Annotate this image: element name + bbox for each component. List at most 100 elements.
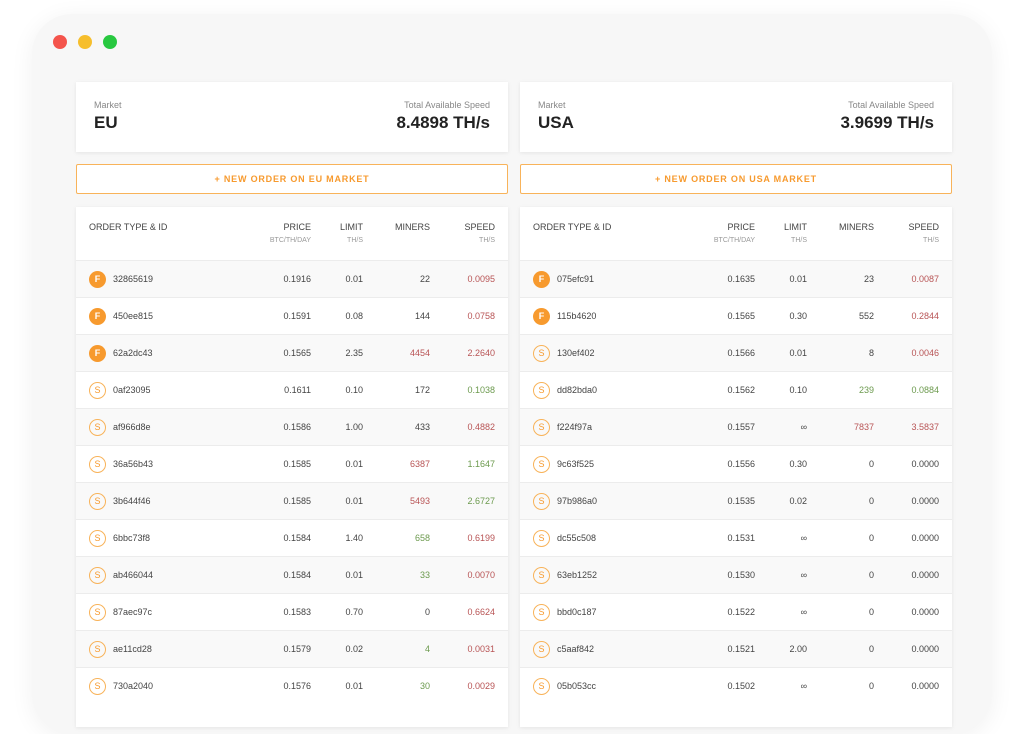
- order-miners: 172: [414, 385, 430, 395]
- order-id[interactable]: 730a2040: [113, 681, 153, 691]
- table-row[interactable]: S 0af23095 0.1611 0.10 172 0.1038: [76, 371, 508, 408]
- market-column-eu: Market EU Total Available Speed 8.4898 T…: [76, 82, 508, 727]
- order-limit: 0.01: [345, 496, 363, 506]
- table-row[interactable]: S 9c63f525 0.1556 0.30 0 0.0000: [520, 445, 952, 482]
- order-id[interactable]: 32865619: [113, 274, 153, 284]
- table-row[interactable]: Sdc55c508 0.1531 ∞ 0 0.0000: [520, 519, 952, 556]
- order-id[interactable]: c5aaf842: [557, 644, 594, 654]
- order-id[interactable]: af966d8e: [113, 422, 151, 432]
- order-price: 0.1557: [727, 422, 755, 432]
- table-row[interactable]: Sc5aaf842 0.1521 2.00 0 0.0000: [520, 630, 952, 667]
- header-limit[interactable]: LIMIT: [784, 222, 807, 232]
- order-id[interactable]: 36a56b43: [113, 459, 153, 469]
- order-id[interactable]: 97b986a0: [557, 496, 597, 506]
- order-id[interactable]: dc55c508: [557, 533, 596, 543]
- order-type-icon: F: [89, 271, 106, 288]
- order-id[interactable]: 0af23095: [113, 385, 151, 395]
- order-speed: 0.0095: [467, 274, 495, 284]
- order-price: 0.1565: [727, 311, 755, 321]
- table-row[interactable]: S 63eb1252 0.1530 ∞ 0 0.0000: [520, 556, 952, 593]
- maximize-window-button[interactable]: [103, 35, 117, 49]
- header-speed[interactable]: SPEED: [908, 222, 939, 232]
- table-row[interactable]: S 6bbc73f8 0.1584 1.40 658 0.6199: [76, 519, 508, 556]
- header-type[interactable]: ORDER TYPE & ID: [89, 222, 167, 232]
- table-row[interactable]: Saf966d8e 0.1586 1.00 433 0.4882: [76, 408, 508, 445]
- order-id[interactable]: f224f97a: [557, 422, 592, 432]
- order-type-icon: S: [89, 641, 106, 658]
- order-speed: 0.0000: [911, 644, 939, 654]
- new-order-usa-button[interactable]: + NEW ORDER ON USA MARKET: [520, 164, 952, 194]
- total-speed-label: Total Available Speed: [404, 100, 490, 110]
- table-row[interactable]: F 115b4620 0.1565 0.30 552 0.2844: [520, 297, 952, 334]
- header-price-unit: BTC/TH/DAY: [269, 237, 311, 244]
- order-type-icon: S: [533, 567, 550, 584]
- order-price: 0.1556: [727, 459, 755, 469]
- order-id[interactable]: 450ee815: [113, 311, 153, 321]
- table-row[interactable]: Sdd82bda0 0.1562 0.10 239 0.0884: [520, 371, 952, 408]
- order-limit: ∞: [800, 533, 807, 543]
- order-id[interactable]: ab466044: [113, 570, 153, 580]
- table-row[interactable]: S 730a2040 0.1576 0.01 30 0.0029: [76, 667, 508, 704]
- header-speed[interactable]: SPEED: [464, 222, 495, 232]
- order-speed: 3.5837: [911, 422, 939, 432]
- order-type-icon: S: [89, 678, 106, 695]
- table-row[interactable]: S 130ef402 0.1566 0.01 8 0.0046: [520, 334, 952, 371]
- order-price: 0.1530: [727, 570, 755, 580]
- order-id[interactable]: bbd0c187: [557, 607, 597, 617]
- table-row[interactable]: Sae11cd28 0.1579 0.02 4 0.0031: [76, 630, 508, 667]
- order-limit: 0.10: [789, 385, 807, 395]
- app-window: Market EU Total Available Speed 8.4898 T…: [32, 14, 992, 734]
- header-miners[interactable]: MINERS: [839, 222, 874, 232]
- table-row[interactable]: S 05b053cc 0.1502 ∞ 0 0.0000: [520, 667, 952, 704]
- order-id[interactable]: ae11cd28: [113, 644, 152, 654]
- table-row[interactable]: F 32865619 0.1916 0.01 22 0.0095: [76, 260, 508, 297]
- minimize-window-button[interactable]: [78, 35, 92, 49]
- order-id[interactable]: 87aec97c: [113, 607, 152, 617]
- order-limit: 0.01: [345, 459, 363, 469]
- table-row[interactable]: F 62a2dc43 0.1565 2.35 4454 2.2640: [76, 334, 508, 371]
- order-id[interactable]: 62a2dc43: [113, 348, 153, 358]
- order-speed: 0.4882: [467, 422, 495, 432]
- table-row[interactable]: Sf224f97a 0.1557 ∞ 7837 3.5837: [520, 408, 952, 445]
- order-id[interactable]: dd82bda0: [557, 385, 597, 395]
- table-row[interactable]: Sbbd0c187 0.1522 ∞ 0 0.0000: [520, 593, 952, 630]
- header-price[interactable]: PRICE: [727, 222, 755, 232]
- order-id[interactable]: 3b644f46: [113, 496, 151, 506]
- header-type[interactable]: ORDER TYPE & ID: [533, 222, 611, 232]
- table-row[interactable]: Sab466044 0.1584 0.01 33 0.0070: [76, 556, 508, 593]
- order-id[interactable]: 6bbc73f8: [113, 533, 150, 543]
- table-row[interactable]: S 36a56b43 0.1585 0.01 6387 1.1647: [76, 445, 508, 482]
- header-limit[interactable]: LIMIT: [340, 222, 363, 232]
- header-limit-unit: TH/S: [791, 237, 807, 244]
- table-body: F 075efc91 0.1635 0.01 23 0.0087 F 115b4620 0.15…: [520, 260, 952, 704]
- table-row[interactable]: S 97b986a0 0.1535 0.02 0 0.0000: [520, 482, 952, 519]
- new-order-eu-button[interactable]: + NEW ORDER ON EU MARKET: [76, 164, 508, 194]
- table-body: F 32865619 0.1916 0.01 22 0.0095 F 450ee815 0.15…: [76, 260, 508, 704]
- table-row[interactable]: F 075efc91 0.1635 0.01 23 0.0087: [520, 260, 952, 297]
- order-price: 0.1585: [283, 459, 311, 469]
- order-miners: 0: [868, 533, 874, 543]
- order-type-icon: S: [89, 604, 106, 621]
- table-row[interactable]: S 87aec97c 0.1583 0.70 0 0.6624: [76, 593, 508, 630]
- header-price[interactable]: PRICE: [283, 222, 311, 232]
- order-id[interactable]: 9c63f525: [557, 459, 594, 469]
- order-speed: 0.0884: [911, 385, 939, 395]
- order-miners: 4454: [409, 348, 430, 358]
- order-price: 0.1583: [283, 607, 311, 617]
- order-id[interactable]: 05b053cc: [557, 681, 596, 691]
- header-miners[interactable]: MINERS: [395, 222, 430, 232]
- order-type-icon: S: [533, 493, 550, 510]
- header-speed-unit: TH/S: [479, 237, 495, 244]
- close-window-button[interactable]: [53, 35, 67, 49]
- order-limit: 0.01: [789, 348, 807, 358]
- order-id[interactable]: 075efc91: [557, 274, 594, 284]
- table-row[interactable]: S 3b644f46 0.1585 0.01 5493 2.6727: [76, 482, 508, 519]
- order-price: 0.1562: [727, 385, 755, 395]
- table-row[interactable]: F 450ee815 0.1591 0.08 144 0.0758: [76, 297, 508, 334]
- order-id[interactable]: 130ef402: [557, 348, 595, 358]
- order-id[interactable]: 63eb1252: [557, 570, 597, 580]
- order-miners: 23: [863, 274, 874, 284]
- order-miners: 0: [868, 570, 874, 580]
- table-header: ORDER TYPE & ID PRICE BTC/TH/DAY LIMIT T…: [76, 207, 508, 260]
- order-id[interactable]: 115b4620: [557, 311, 596, 321]
